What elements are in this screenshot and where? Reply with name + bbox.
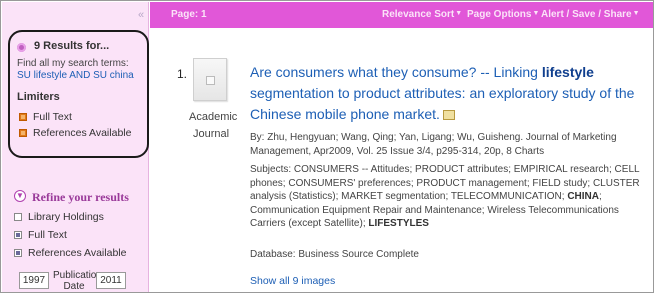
- refine-option-label: References Available: [28, 247, 127, 259]
- result-citation: By: Zhu, Hengyuan; Wang, Qing; Yan, Liga…: [250, 132, 617, 157]
- page-indicator: Page: 1: [171, 9, 207, 20]
- results-toolbar: Page: 1 Relevance Sort▼ Page Options▼ Al…: [150, 2, 653, 28]
- limiter-full-text[interactable]: Full Text: [19, 111, 72, 123]
- result-database: Database: Business Source Complete: [250, 249, 419, 260]
- show-images-link[interactable]: Show all 9 images: [250, 275, 335, 287]
- screenshot-frame: « 9 Results for... Find all my search te…: [0, 0, 654, 293]
- remove-limiter-icon[interactable]: [19, 129, 27, 137]
- refine-option-full-text[interactable]: Full Text: [14, 229, 67, 241]
- menu-label: Page Options: [467, 9, 532, 20]
- refine-option-label: Library Holdings: [28, 211, 104, 223]
- remove-limiter-icon[interactable]: [19, 113, 27, 121]
- page-options-menu[interactable]: Page Options▼: [467, 9, 539, 20]
- publication-type-line: Journal: [192, 128, 230, 140]
- refine-option-references-available[interactable]: References Available: [14, 247, 126, 259]
- subject-highlight: LIFESTYLES: [368, 218, 429, 229]
- results-count-heading: 9 Results for...: [34, 40, 110, 52]
- menu-label: Alert / Save / Share: [541, 9, 632, 20]
- refine-results-heading[interactable]: Refine your results: [32, 190, 129, 205]
- checkbox[interactable]: [14, 231, 22, 239]
- title-text: Are consumers what they consume? -- Link…: [250, 64, 542, 80]
- document-icon[interactable]: [193, 58, 227, 101]
- chevron-down-icon: ▼: [632, 10, 640, 17]
- result-subjects: Subjects: CONSUMERS -- Attitudes; PRODUC…: [250, 163, 648, 231]
- chevron-down-icon: ▼: [532, 10, 540, 17]
- publication-type-line: Academic: [189, 111, 238, 123]
- alert-save-share-menu[interactable]: Alert / Save / Share▼: [541, 9, 640, 20]
- collapse-sidebar-icon[interactable]: «: [138, 9, 144, 21]
- publication-date-label: Publication Date: [53, 270, 102, 292]
- relevance-sort-menu[interactable]: Relevance Sort▼: [382, 9, 462, 20]
- title-highlight: lifestyle: [541, 64, 594, 80]
- checkbox[interactable]: [14, 249, 22, 257]
- document-thumb-icon: [206, 76, 215, 85]
- result-title-link[interactable]: Are consumers what they consume? -- Link…: [250, 62, 646, 125]
- preview-icon[interactable]: [442, 110, 455, 120]
- publication-type: Academic Journal: [189, 109, 238, 143]
- limiters-heading: Limiters: [17, 91, 60, 103]
- expand-icon[interactable]: ▼: [14, 190, 26, 202]
- limiter-label: References Available: [33, 127, 132, 139]
- refine-option-label: Full Text: [28, 229, 67, 241]
- date-to-input[interactable]: 2011: [96, 272, 126, 289]
- result-number: 1.: [177, 67, 188, 81]
- date-from-input[interactable]: 1997: [19, 272, 49, 289]
- find-all-label: Find all my search terms:: [17, 58, 129, 69]
- results-summary-box: 9 Results for... Find all my search term…: [8, 30, 149, 158]
- menu-label: Relevance Sort: [382, 9, 455, 20]
- limiter-references-available[interactable]: References Available: [19, 127, 131, 139]
- checkbox[interactable]: [14, 213, 22, 221]
- chevron-down-icon: ▼: [455, 10, 463, 17]
- bullet-icon: [17, 43, 26, 52]
- refine-option-library-holdings[interactable]: Library Holdings: [14, 211, 104, 223]
- limiter-label: Full Text: [33, 111, 72, 123]
- subject-highlight: CHINA: [567, 191, 599, 202]
- search-terms-link[interactable]: SU lifestyle AND SU china: [17, 70, 134, 81]
